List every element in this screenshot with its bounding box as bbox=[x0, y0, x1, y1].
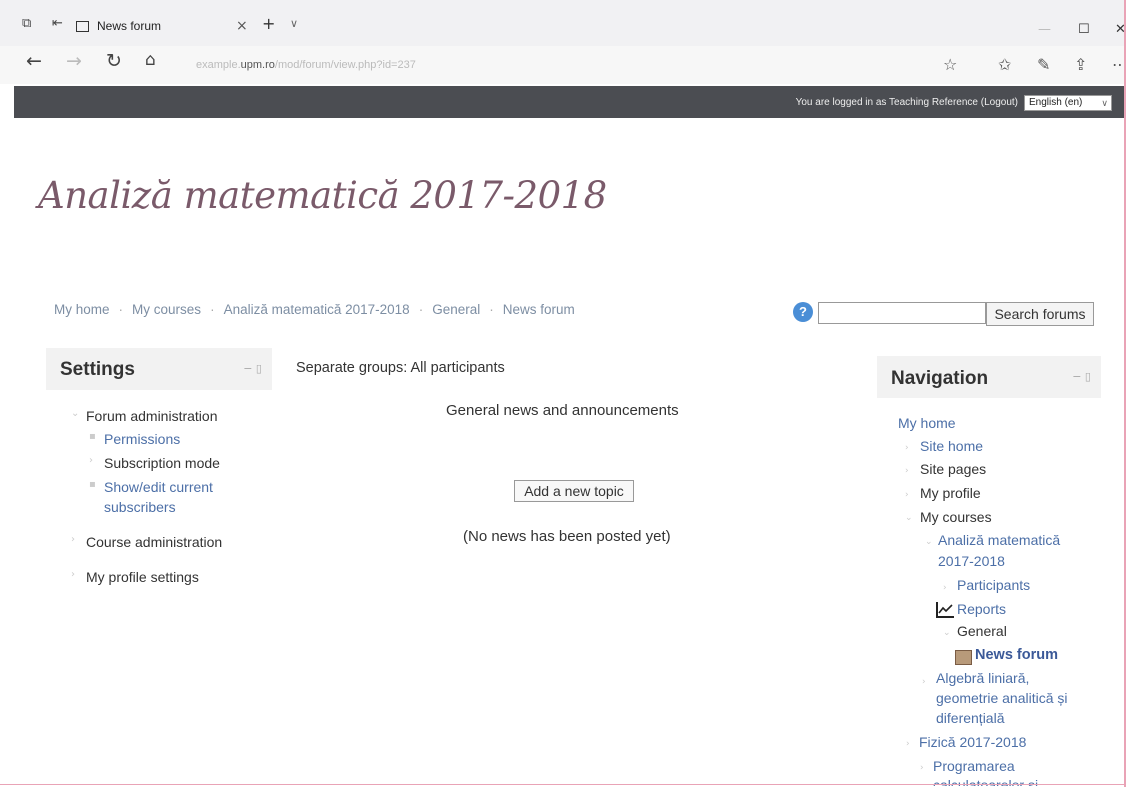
groups-selector[interactable]: Separate groups: All participants bbox=[296, 360, 505, 376]
search-forums-button[interactable]: Search forums bbox=[986, 302, 1094, 326]
forum-icon bbox=[955, 650, 972, 665]
nav-participants[interactable]: Participants bbox=[957, 577, 1030, 593]
favorites-list-icon[interactable]: ✩ bbox=[998, 55, 1011, 74]
language-select[interactable]: English (en) ∨ bbox=[1024, 95, 1112, 111]
favorite-star-icon[interactable]: ☆ bbox=[943, 55, 957, 74]
nav-course-analiza-year[interactable]: 2017-2018 bbox=[938, 553, 1005, 569]
nav-general[interactable]: General bbox=[957, 623, 1007, 639]
nav-course-algebra-3[interactable]: diferențială bbox=[936, 710, 1005, 726]
breadcrumb-course[interactable]: Analiză matematică 2017-2018 bbox=[224, 302, 410, 317]
pen-icon[interactable]: ✎ bbox=[1037, 55, 1050, 74]
minimize-icon[interactable]: — bbox=[1038, 22, 1051, 37]
close-tab-icon[interactable]: × bbox=[236, 18, 248, 34]
breadcrumb-my-courses[interactable]: My courses bbox=[132, 302, 201, 317]
login-bar: You are logged in as Teaching Reference … bbox=[14, 86, 1126, 118]
new-tab-icon[interactable]: + bbox=[262, 14, 275, 33]
forum-administration[interactable]: ⌄ Forum administration bbox=[71, 408, 218, 424]
show-edit-subscribers-link[interactable]: ▪ Show/edit current bbox=[89, 479, 213, 495]
nav-site-pages[interactable]: Site pages bbox=[920, 461, 986, 477]
block-controls-icon[interactable]: − ▯ bbox=[1072, 370, 1091, 383]
breadcrumb: My home · My courses · Analiză matematică 20… bbox=[54, 302, 575, 317]
forward-icon[interactable]: → bbox=[66, 50, 82, 72]
set-aside-tabs-icon[interactable]: ⇤ bbox=[52, 16, 63, 31]
reports-chart-icon bbox=[936, 602, 954, 618]
navigation-block-header: Navigation − ▯ bbox=[877, 356, 1101, 398]
back-icon[interactable]: ← bbox=[26, 50, 42, 72]
chevron-down-icon: ∨ bbox=[1101, 98, 1108, 108]
browser-tab-bar: ⧉ ⇤ News forum × + ∨ — ☐ ✕ bbox=[0, 0, 1126, 46]
course-administration[interactable]: › Course administration bbox=[71, 534, 222, 550]
nav-course-analiza[interactable]: Analiză matematică bbox=[938, 532, 1060, 548]
breadcrumb-general[interactable]: General bbox=[432, 302, 480, 317]
nav-course-algebra[interactable]: Algebră liniară, bbox=[936, 670, 1029, 686]
show-edit-subscribers-link-cont[interactable]: subscribers bbox=[104, 499, 176, 515]
login-info[interactable]: You are logged in as Teaching Reference … bbox=[796, 97, 1018, 108]
settings-block-header: Settings − ▯ bbox=[46, 348, 272, 390]
permissions-link[interactable]: ▪ Permissions bbox=[89, 431, 180, 447]
nav-course-fizica[interactable]: Fizică 2017-2018 bbox=[919, 734, 1026, 750]
navigation-title: Navigation bbox=[891, 368, 989, 389]
page-edge-bottom bbox=[0, 784, 1126, 785]
tab-news-forum[interactable]: News forum × bbox=[76, 10, 286, 42]
nav-reports[interactable]: Reports bbox=[957, 601, 1006, 617]
breadcrumb-my-home[interactable]: My home bbox=[54, 302, 110, 317]
subscription-mode[interactable]: › Subscription mode bbox=[89, 455, 220, 471]
course-title: Analiză matematică 2017-2018 bbox=[38, 174, 607, 217]
forum-intro: General news and announcements bbox=[446, 402, 679, 419]
add-new-topic-button[interactable]: Add a new topic bbox=[514, 480, 634, 502]
nav-site-home[interactable]: Site home bbox=[920, 438, 983, 454]
search-forums-input[interactable] bbox=[818, 302, 986, 324]
no-news-message: (No news has been posted yet) bbox=[463, 528, 671, 545]
nav-news-forum[interactable]: News forum bbox=[975, 647, 1058, 663]
nav-my-courses[interactable]: My courses bbox=[920, 509, 992, 525]
nav-course-algebra-2[interactable]: geometrie analitică și bbox=[936, 690, 1068, 706]
refresh-icon[interactable]: ↻ bbox=[106, 50, 122, 72]
share-icon[interactable]: ⇪ bbox=[1074, 55, 1087, 74]
chevron-down-icon[interactable]: ∨ bbox=[290, 17, 298, 30]
address-bar[interactable]: example.upm.ro/mod/forum/view.php?id=237 bbox=[196, 54, 896, 76]
home-icon[interactable]: ⌂ bbox=[145, 50, 156, 70]
settings-title: Settings bbox=[60, 359, 135, 380]
help-icon[interactable]: ? bbox=[793, 302, 813, 322]
nav-my-profile[interactable]: My profile bbox=[920, 485, 981, 501]
nav-course-programarea[interactable]: Programarea bbox=[933, 758, 1015, 774]
maximize-icon[interactable]: ☐ bbox=[1078, 22, 1090, 37]
tab-actions-icon[interactable]: ⧉ bbox=[22, 16, 31, 31]
my-profile-settings[interactable]: › My profile settings bbox=[71, 569, 199, 585]
nav-my-home[interactable]: My home bbox=[898, 415, 956, 431]
page-icon bbox=[76, 20, 89, 32]
breadcrumb-news-forum[interactable]: News forum bbox=[503, 302, 575, 317]
tab-title: News forum bbox=[97, 19, 162, 33]
browser-nav-bar: ← → ↻ ⌂ example.upm.ro/mod/forum/view.ph… bbox=[0, 46, 1126, 84]
block-controls-icon[interactable]: − ▯ bbox=[243, 362, 262, 375]
